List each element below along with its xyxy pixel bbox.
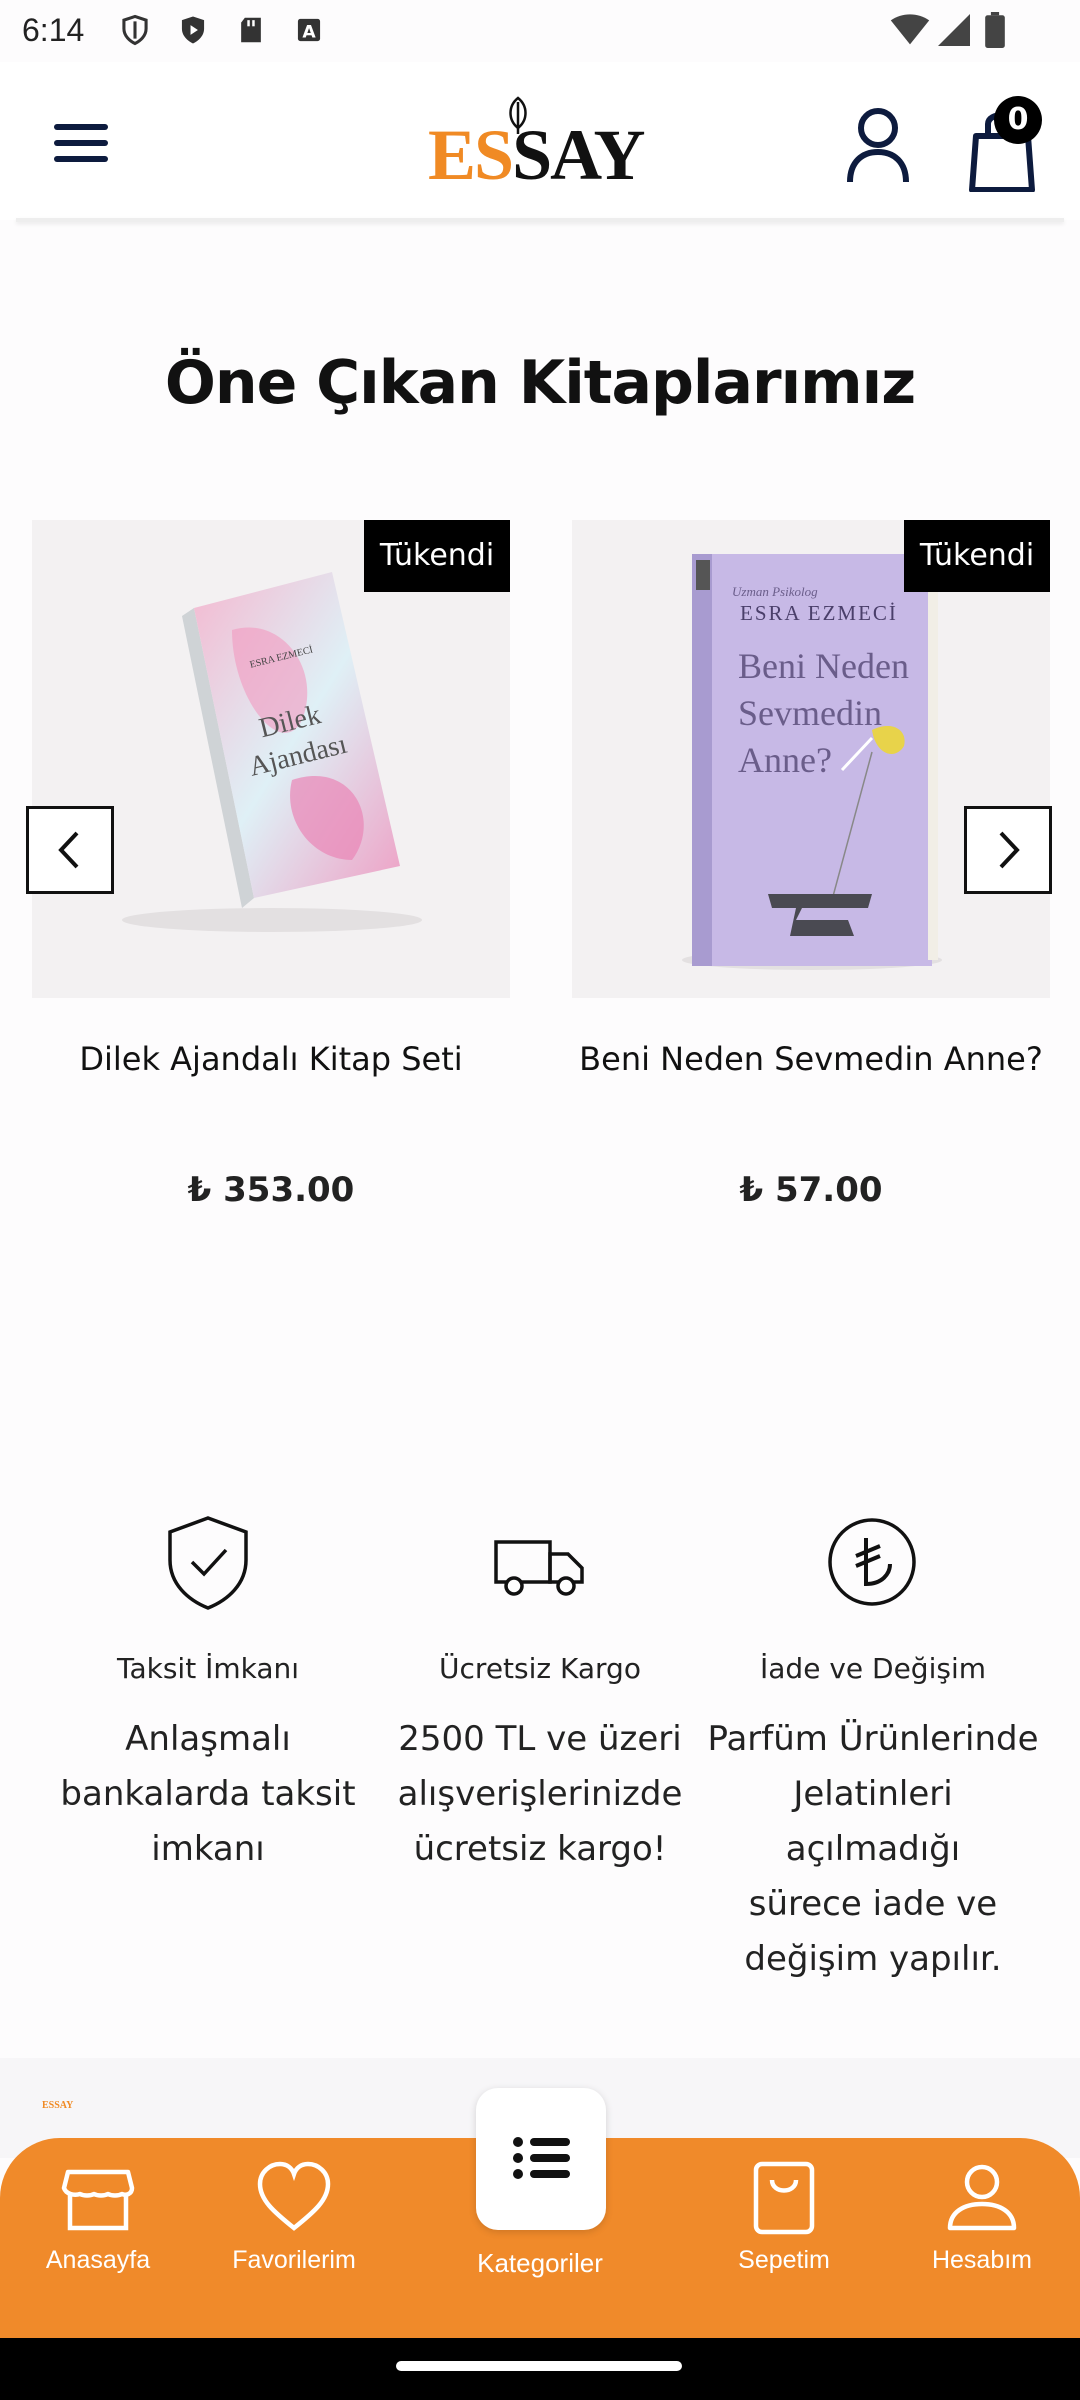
wifi-icon <box>890 14 930 45</box>
font-icon: A <box>297 18 321 42</box>
chevron-left-icon <box>58 831 79 869</box>
list-icon <box>513 2137 570 2179</box>
nav-favorites[interactable]: Favorilerim <box>204 2150 384 2300</box>
bag-icon <box>753 2161 815 2235</box>
feature-desc-line: 2500 TL ve üzeri <box>398 1719 682 1759</box>
feature-desc-line: Parfüm Ürünlerinde <box>707 1719 1039 1759</box>
user-icon <box>847 108 909 183</box>
account-button[interactable] <box>838 100 918 190</box>
nav-label[interactable]: Kategoriler <box>430 2248 650 2279</box>
store-icon <box>61 2169 135 2231</box>
chevron-right-icon <box>999 831 1020 869</box>
feature-title: İade ve Değişim <box>760 1652 986 1685</box>
play-shield-icon <box>181 16 205 44</box>
feature-desc-line: Anlaşmalı <box>125 1719 291 1759</box>
logo-es: ES <box>428 115 514 195</box>
signal-icon <box>938 14 970 46</box>
feature-title: Taksit İmkanı <box>116 1652 300 1685</box>
product-price: ₺ 353.00 <box>187 1170 355 1210</box>
logo-text: ESSAY <box>428 114 646 197</box>
hamburger-icon <box>54 124 108 162</box>
sold-out-badge: Tükendi <box>904 520 1050 592</box>
cover-title-1: Beni Neden <box>738 646 909 686</box>
header-divider <box>16 218 1064 222</box>
status-bar: 6:14 A <box>0 0 1080 62</box>
logo-say: SAY <box>512 115 645 195</box>
cover-title-2: Sevmedin <box>738 693 882 733</box>
carousel-prev-button[interactable] <box>26 806 114 894</box>
cart-count-badge: 0 <box>994 96 1042 144</box>
nav-label: Favorilerim <box>232 2246 356 2274</box>
shield-outline-icon <box>122 14 148 46</box>
feature-desc-line: Jelatinleri açılmadığı <box>785 1774 961 1869</box>
feature-desc-line: değişim yapılır. <box>744 1939 1002 1979</box>
product-name[interactable]: Dilek Ajandalı Kitap Seti <box>32 1040 510 1078</box>
truck-icon <box>494 1540 584 1596</box>
feature-desc-line: imkanı <box>151 1829 265 1869</box>
heart-icon <box>257 2161 331 2231</box>
nav-cart[interactable]: Sepetim <box>694 2150 874 2300</box>
cover-kicker: Uzman Psikolog <box>732 584 818 599</box>
status-time: 6:14 <box>22 12 85 48</box>
cover-title-3: Anne? <box>738 740 832 780</box>
section-title: Öne Çıkan Kitaplarımız <box>164 348 916 418</box>
nav-label: Hesabım <box>931 2246 1033 2274</box>
nav-account[interactable]: Hesabım <box>892 2150 1072 2300</box>
nav-label: Sepetim <box>738 2246 830 2274</box>
footer-logo: ESSAY <box>42 2100 74 2111</box>
feature-description: 2500 TL ve üzeri alışverişlerinizde ücre… <box>370 1712 710 1877</box>
shield-check-icon <box>168 1516 248 1610</box>
feature-desc-line: bankalarda taksit <box>60 1774 356 1814</box>
battery-icon <box>985 12 1005 48</box>
sold-out-badge: Tükendi <box>364 520 510 592</box>
lira-circle-icon <box>828 1518 916 1606</box>
user-icon <box>947 2164 1017 2231</box>
svg-text:A: A <box>302 22 316 42</box>
feature-title: Ücretsiz Kargo <box>439 1652 641 1685</box>
sd-card-icon <box>241 17 261 43</box>
feature-desc-line: ücretsiz kargo! <box>413 1829 667 1869</box>
feature-description: Anlaşmalı bankalarda taksit imkanı <box>38 1712 378 1877</box>
carousel-next-button[interactable] <box>964 806 1052 894</box>
nav-home[interactable]: Anasayfa <box>8 2150 188 2300</box>
feature-desc-line: sürece iade ve <box>748 1884 998 1924</box>
nav-label: Anasayfa <box>45 2246 151 2274</box>
cover-author: ESRA EZMECİ <box>740 601 898 625</box>
feature-desc-line: alışverişlerinizde <box>397 1774 683 1814</box>
essay-logo[interactable]: ESSAY <box>428 96 652 195</box>
product-name[interactable]: Beni Neden Sevmedin Anne? <box>572 1040 1050 1078</box>
nav-categories[interactable] <box>476 2088 606 2230</box>
menu-button[interactable] <box>36 96 130 190</box>
home-gesture-bar[interactable] <box>396 2361 682 2371</box>
feature-description: Parfüm Ürünlerinde Jelatinleri açılmadığ… <box>703 1712 1043 1987</box>
product-price: ₺ 57.00 <box>739 1170 883 1210</box>
